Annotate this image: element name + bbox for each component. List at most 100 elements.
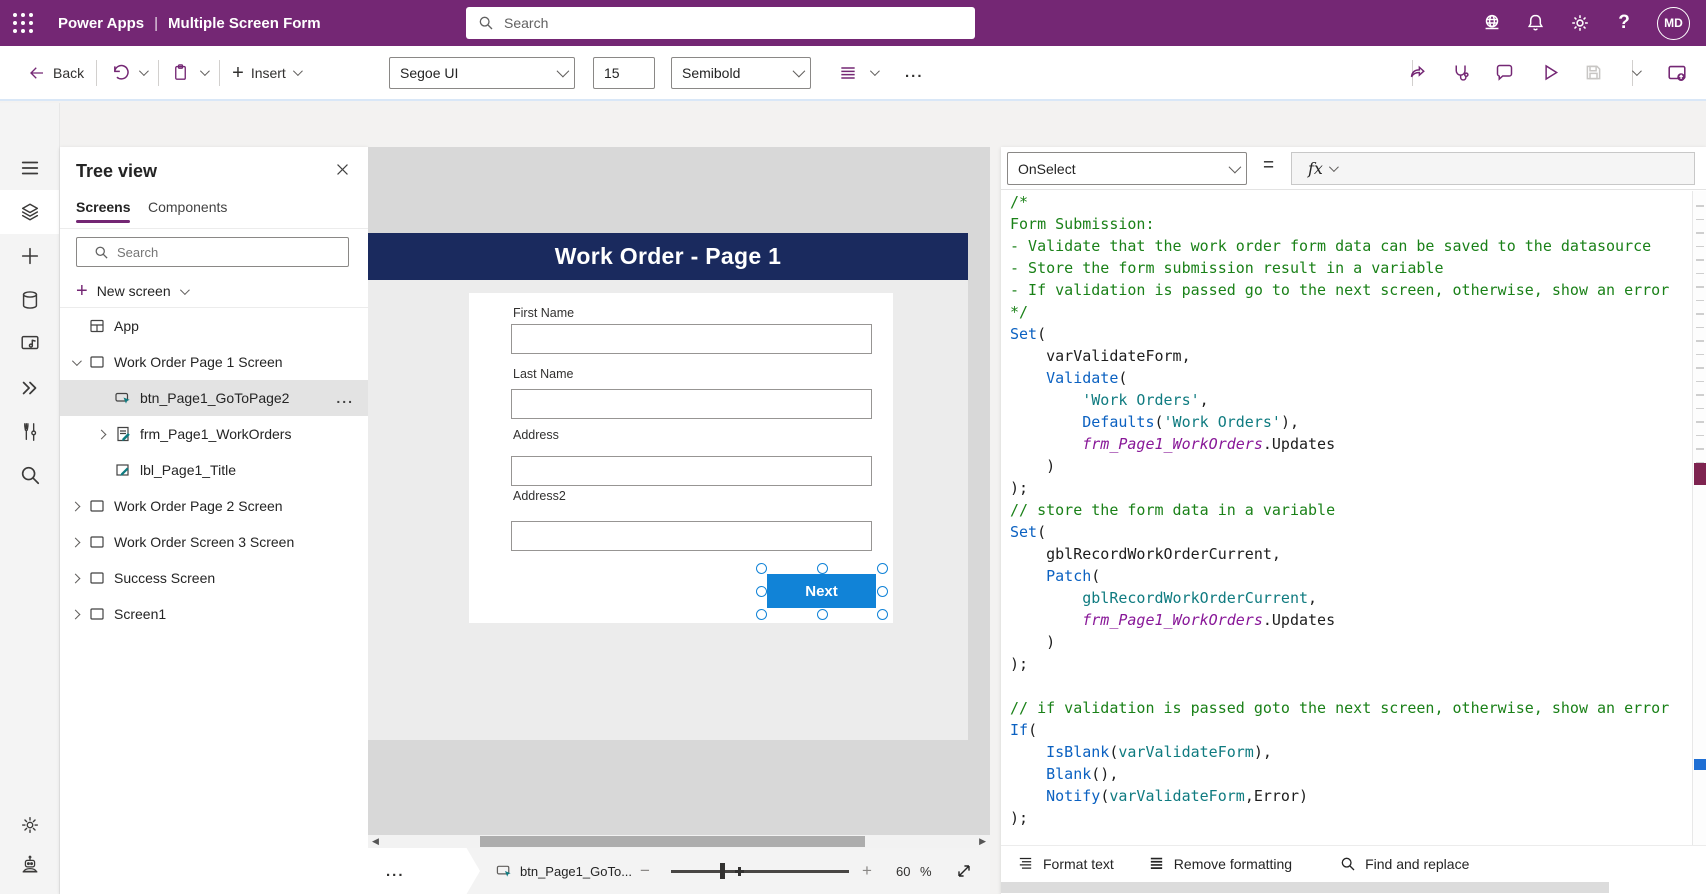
fx-dropdown[interactable]: fx bbox=[1291, 152, 1695, 185]
rail-menu-button[interactable] bbox=[0, 146, 59, 190]
undo-icon[interactable] bbox=[109, 63, 129, 83]
insert-button[interactable]: + Insert bbox=[232, 63, 303, 83]
code-line[interactable]: IsBlank(varValidateForm), bbox=[1001, 741, 1692, 763]
first-name-input[interactable] bbox=[511, 324, 872, 354]
selection-handle[interactable] bbox=[877, 586, 888, 597]
selection-handle[interactable] bbox=[877, 563, 888, 574]
new-screen-button[interactable]: + New screen bbox=[76, 276, 190, 306]
tab-screens[interactable]: Screens bbox=[76, 199, 131, 223]
rail-advanced-tools-button[interactable] bbox=[0, 410, 59, 454]
chevron-right-icon[interactable] bbox=[68, 499, 82, 513]
chevron-right-icon[interactable] bbox=[94, 427, 108, 441]
font-weight-select[interactable]: Semibold bbox=[671, 56, 811, 89]
code-line[interactable]: /* bbox=[1001, 191, 1692, 213]
code-line[interactable]: Patch( bbox=[1001, 565, 1692, 587]
remove-formatting-button[interactable]: Remove formatting bbox=[1148, 855, 1292, 872]
next-button-control[interactable]: Next bbox=[767, 574, 876, 608]
app-checker-icon[interactable] bbox=[1451, 62, 1472, 83]
notifications-icon[interactable] bbox=[1525, 12, 1547, 34]
rail-data-button[interactable] bbox=[0, 278, 59, 322]
screen-artboard[interactable]: Work Order - Page 1 First Name Last Name… bbox=[368, 233, 968, 740]
code-line[interactable]: - Validate that the work order form data… bbox=[1001, 235, 1692, 257]
tree-item-frm_Page1_WorkOrders[interactable]: frm_Page1_WorkOrders bbox=[60, 416, 368, 452]
rail-media-button[interactable] bbox=[0, 321, 59, 365]
code-line[interactable]: Validate( bbox=[1001, 367, 1692, 389]
publish-icon[interactable] bbox=[1666, 62, 1688, 84]
format-text-button[interactable]: Format text bbox=[1017, 855, 1114, 872]
code-horizontal-scrollbar[interactable] bbox=[1001, 881, 1706, 894]
close-icon[interactable] bbox=[334, 161, 354, 181]
tree-search-input[interactable]: Search bbox=[76, 237, 349, 267]
selection-handle[interactable] bbox=[756, 563, 767, 574]
font-family-select[interactable]: Segoe UI bbox=[389, 56, 575, 89]
chevron-right-icon[interactable] bbox=[68, 535, 82, 549]
code-line[interactable]: gblRecordWorkOrderCurrent, bbox=[1001, 543, 1692, 565]
find-and-replace-button[interactable]: Find and replace bbox=[1340, 856, 1469, 872]
paste-dropdown-chevron-icon[interactable] bbox=[200, 66, 210, 77]
code-line[interactable]: Set( bbox=[1001, 323, 1692, 345]
tree-item-Work Order Page 1 Screen[interactable]: Work Order Page 1 Screen bbox=[60, 344, 368, 380]
preview-icon[interactable] bbox=[1540, 62, 1561, 83]
code-line[interactable]: frm_Page1_WorkOrders.Updates bbox=[1001, 609, 1692, 631]
code-line[interactable]: ); bbox=[1001, 807, 1692, 829]
selection-handle[interactable] bbox=[816, 609, 828, 620]
avatar[interactable]: MD bbox=[1657, 6, 1690, 40]
code-line[interactable]: ) bbox=[1001, 455, 1692, 477]
code-line[interactable]: ) bbox=[1001, 631, 1692, 653]
selection-handle[interactable] bbox=[816, 563, 828, 574]
share-icon[interactable] bbox=[1408, 62, 1429, 83]
breadcrumb-selected-control[interactable]: btn_Page1_GoTo... bbox=[496, 848, 632, 894]
save-dropdown-chevron-icon[interactable] bbox=[1631, 66, 1642, 77]
tab-components[interactable]: Components bbox=[148, 199, 227, 215]
last-name-input[interactable] bbox=[511, 389, 872, 419]
scrollbar-thumb[interactable] bbox=[1001, 882, 1609, 893]
code-line[interactable]: ); bbox=[1001, 477, 1692, 499]
fullscreen-icon[interactable] bbox=[954, 861, 974, 881]
breadcrumb-more-button[interactable]: ... bbox=[368, 848, 480, 894]
editor-overview-ruler[interactable] bbox=[1692, 191, 1706, 845]
property-select[interactable]: OnSelect bbox=[1007, 152, 1247, 185]
code-line[interactable]: If( bbox=[1001, 719, 1692, 741]
code-line[interactable]: // if validation is passed goto the next… bbox=[1001, 697, 1692, 719]
rail-tree-view-button[interactable] bbox=[0, 190, 59, 234]
zoom-slider[interactable] bbox=[671, 870, 849, 873]
code-line[interactable]: Form Submission: bbox=[1001, 213, 1692, 235]
tree-item-btn_Page1_GoToPage2[interactable]: btn_Page1_GoToPage2... bbox=[60, 380, 368, 416]
formula-code-editor[interactable]: /* Form Submission: - Validate that the wo… bbox=[1001, 191, 1692, 845]
item-more-button[interactable]: ... bbox=[336, 390, 354, 406]
code-line[interactable]: - If validation is passed go to the next… bbox=[1001, 279, 1692, 301]
address-input[interactable] bbox=[511, 456, 872, 486]
code-line[interactable]: Defaults('Work Orders'), bbox=[1001, 411, 1692, 433]
rail-settings-button[interactable] bbox=[0, 803, 59, 847]
canvas-horizontal-scrollbar[interactable]: ◀ ▶ bbox=[368, 835, 990, 848]
scrollbar-thumb[interactable] bbox=[480, 836, 865, 847]
rail-power-automate-button[interactable] bbox=[0, 366, 59, 410]
more-commands-button[interactable]: ... bbox=[905, 64, 924, 81]
work-order-form[interactable]: First Name Last Name Address Address2 Ne… bbox=[469, 293, 893, 623]
text-align-icon[interactable] bbox=[838, 63, 858, 83]
save-icon[interactable] bbox=[1583, 62, 1604, 83]
selection-handle[interactable] bbox=[877, 609, 888, 620]
code-line[interactable]: 'Work Orders', bbox=[1001, 389, 1692, 411]
align-dropdown-chevron-icon[interactable] bbox=[869, 66, 880, 77]
settings-icon[interactable] bbox=[1569, 12, 1591, 34]
selection-handle[interactable] bbox=[756, 609, 767, 620]
chevron-right-icon[interactable] bbox=[68, 571, 82, 585]
code-line[interactable]: Notify(varValidateForm,Error) bbox=[1001, 785, 1692, 807]
address2-input[interactable] bbox=[511, 521, 872, 551]
tree-item-Work Order Page 2 Screen[interactable]: Work Order Page 2 Screen bbox=[60, 488, 368, 524]
screen-title-label[interactable]: Work Order - Page 1 bbox=[368, 233, 968, 280]
code-line[interactable]: */ bbox=[1001, 301, 1692, 323]
back-button[interactable]: Back bbox=[28, 64, 84, 82]
selection-handle[interactable] bbox=[756, 586, 767, 597]
code-line[interactable]: frm_Page1_WorkOrders.Updates bbox=[1001, 433, 1692, 455]
tree-item-Success Screen[interactable]: Success Screen bbox=[60, 560, 368, 596]
code-line[interactable]: Blank(), bbox=[1001, 763, 1692, 785]
font-size-select[interactable]: 15 bbox=[593, 56, 655, 89]
code-line[interactable] bbox=[1001, 675, 1692, 697]
scroll-right-icon[interactable]: ▶ bbox=[979, 835, 986, 848]
environment-icon[interactable] bbox=[1481, 12, 1503, 34]
waffle-menu-icon[interactable] bbox=[0, 0, 46, 46]
tree-item-lbl_Page1_Title[interactable]: lbl_Page1_Title bbox=[60, 452, 368, 488]
tree-item-App[interactable]: App bbox=[60, 308, 368, 344]
